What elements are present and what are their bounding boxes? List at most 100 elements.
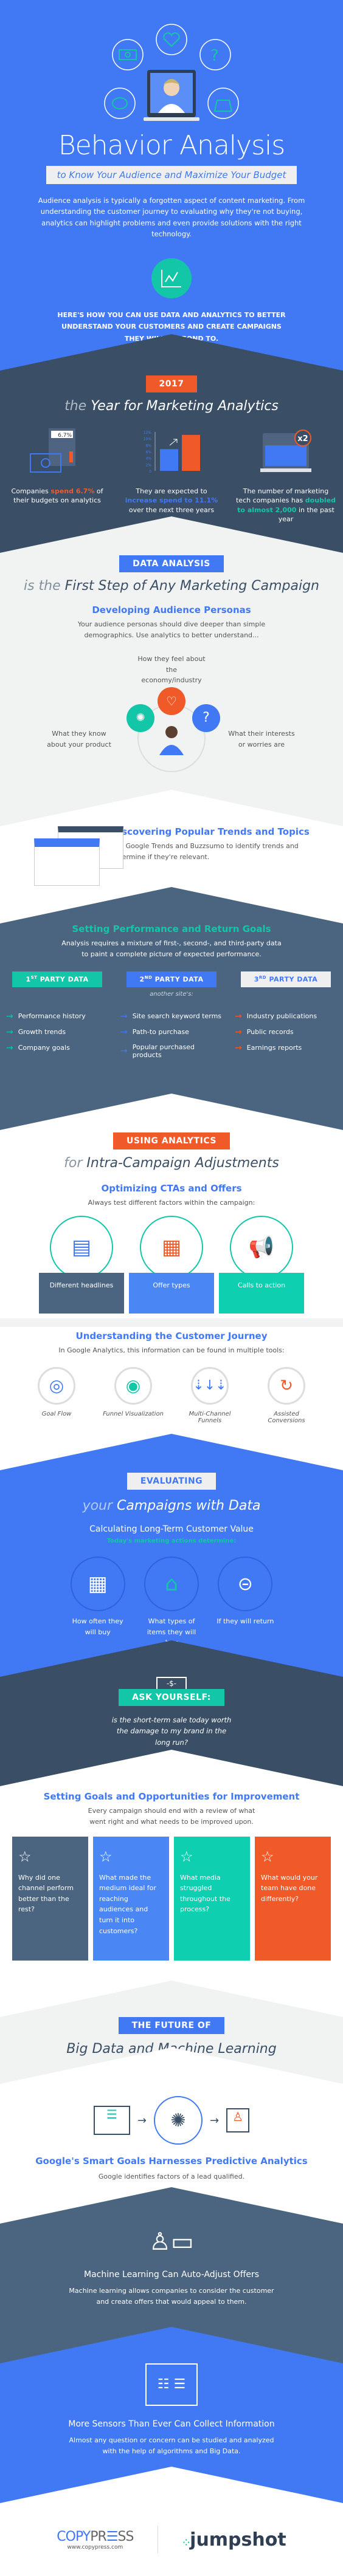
svg-text:6.7%: 6.7% bbox=[58, 433, 72, 439]
improve-card: ☆ What would your team have done differen… bbox=[255, 1837, 331, 1961]
second-party-column: 2ND PARTY DATA another site's: → Site sea… bbox=[114, 971, 229, 1065]
article-icon: ☰ bbox=[93, 2106, 130, 2135]
year-title: the Year for Marketing Analytics bbox=[64, 399, 279, 414]
hero-illustration: ? bbox=[104, 24, 239, 121]
arrow-icon: → bbox=[210, 2114, 220, 2127]
star-target-icon: ☆ bbox=[99, 1848, 113, 1866]
improve-card: ☆ Why did one channel perform better than… bbox=[12, 1837, 88, 1961]
storefront-laptop-icon: x2 bbox=[229, 427, 343, 478]
list-item: → Performance history bbox=[6, 1011, 86, 1021]
persona-right-label: What their interests or worries are bbox=[228, 729, 295, 748]
trends-heading: Discovering Popular Trends and Topics bbox=[111, 826, 310, 837]
improve-card: ☆ What media struggled throughout the pro… bbox=[174, 1837, 250, 1961]
using-analytics-section: USING ANALYTICS for Intra-Campaign Adjus… bbox=[0, 1130, 343, 1318]
ask-yourself-ribbon: ASK YOURSELF: bbox=[111, 1689, 232, 1712]
section-divider bbox=[0, 790, 343, 826]
sensors-heading: More Sensors Than Ever Can Collect Infor… bbox=[68, 2419, 275, 2429]
arrow-icon: → bbox=[6, 1043, 13, 1053]
page-title: Behavior Analysis bbox=[58, 130, 285, 161]
dots-icon: ⁘ bbox=[182, 2538, 190, 2548]
arrow-icon: → bbox=[235, 1043, 242, 1053]
document-icon: ☰ bbox=[106, 2529, 119, 2544]
improve-heading: Setting Goals and Opportunities for Impr… bbox=[43, 1791, 300, 1802]
third-party-ribbon: 3RD PARTY DATA bbox=[233, 971, 339, 993]
data-analysis-section: DATA ANALYSIS is the First Step of Any M… bbox=[0, 553, 343, 826]
y-tick-label: 12% bbox=[144, 431, 152, 435]
first-party-ribbon: 1ST PARTY DATA bbox=[5, 971, 109, 993]
copypress-logo[interactable]: COPYPR☰SS www.copypress.com bbox=[57, 2529, 134, 2550]
google-trends-screenshot bbox=[24, 826, 123, 887]
offer-types-card: ▦ Offer types bbox=[129, 1215, 214, 1314]
list-item: → Public records bbox=[235, 1027, 294, 1037]
ml-text: Machine learning allows companies to con… bbox=[69, 2287, 274, 2306]
third-party-column: 3RD PARTY DATA → Industry publications → P… bbox=[229, 971, 343, 1059]
year-section: 2017 the Year for Marketing Analytics 6.… bbox=[0, 371, 343, 553]
y-tick-label: 4% bbox=[145, 457, 151, 461]
list-item: → Path-to purchase bbox=[120, 1027, 189, 1037]
jumpshot-logo[interactable]: ⁘jumpshot bbox=[182, 2529, 286, 2550]
ml-heading: Machine Learning Can Auto-Adjust Offers bbox=[83, 2270, 259, 2280]
svg-text:x2: x2 bbox=[297, 434, 308, 444]
improvement-section: Setting Goals and Opportunities for Impr… bbox=[0, 1786, 343, 2017]
goals-heading: Setting Performance and Return Goals bbox=[72, 923, 271, 934]
browser-icon: ▤ bbox=[50, 1215, 113, 1279]
headlines-card: ▤ Different headlines bbox=[39, 1215, 124, 1314]
subtitle-ribbon: to Know Your Audience and Maximize Your … bbox=[46, 166, 297, 184]
money-icon bbox=[112, 39, 144, 70]
heart-icon: ♡ bbox=[158, 687, 185, 715]
question-icon: ? bbox=[192, 704, 220, 732]
first-party-column: 1ST PARTY DATA → Performance history → Gro… bbox=[0, 971, 114, 1059]
year-ribbon: 2017 bbox=[138, 375, 205, 399]
list-item: → Growth trends bbox=[6, 1027, 66, 1037]
copypress-url: www.copypress.com bbox=[67, 2544, 123, 2550]
y-tick-label: 0 bbox=[149, 470, 151, 474]
intro-text: Audience analysis is typically a forgott… bbox=[38, 196, 305, 239]
return-arrow-icon: ⊝ bbox=[218, 1557, 273, 1611]
footer: COPYPR☰SS www.copypress.com ⁘jumpshot bbox=[0, 2503, 343, 2576]
future-section: THE FUTURE OF Big Data and Machine Learn… bbox=[0, 2017, 343, 2084]
section-divider bbox=[0, 1094, 343, 1130]
personas-heading: Developing Audience Personas bbox=[92, 605, 251, 615]
journey-heading: Understanding the Customer Journey bbox=[75, 1331, 268, 1341]
cta-heading: Optimizing CTAs and Offers bbox=[101, 1183, 242, 1194]
sensors-section: ☷ ☰ More Sensors Than Ever Can Collect I… bbox=[0, 2363, 343, 2503]
data-analysis-ribbon: DATA ANALYSIS bbox=[112, 555, 231, 578]
arrow-icon: → bbox=[120, 1011, 128, 1021]
calculator-icon: 6.7% bbox=[0, 427, 114, 478]
second-party-ribbon: 2ND PARTY DATA bbox=[119, 971, 224, 993]
future-ribbon: THE FUTURE OF bbox=[111, 2017, 232, 2040]
arrow-icon: → bbox=[235, 1027, 242, 1037]
cta-text: Always test different factors within the… bbox=[88, 1199, 255, 1207]
smart-goals-diagram: ☰ → ✺ → ♙ bbox=[0, 2096, 343, 2145]
bar-expected bbox=[182, 434, 200, 471]
data-analysis-title: is the First Step of Any Marketing Campa… bbox=[23, 578, 319, 594]
money-icon: -$- bbox=[156, 1677, 187, 1690]
section-divider bbox=[0, 1640, 343, 1677]
smart-goals-text: Google identifies factors of a lead qual… bbox=[98, 2173, 245, 2180]
y-tick-label: 8% bbox=[145, 444, 151, 448]
smart-goals-section: ☰ → ✺ → ♙ Google's Smart Goals Harnesses… bbox=[0, 2084, 343, 2224]
shopping-bag-icon bbox=[207, 87, 239, 119]
svg-text:?: ? bbox=[210, 47, 219, 65]
calendar-icon: ▦ bbox=[70, 1557, 125, 1611]
list-item: → Site search keyword terms bbox=[120, 1011, 222, 1021]
arrow-icon: → bbox=[235, 1011, 242, 1021]
section-divider bbox=[0, 2327, 343, 2363]
spend-bar-chart: 0 2% 4% 6% 8% 10% 12% bbox=[114, 427, 229, 478]
trends-text: Use Google Trends and Buzzsumo to identi… bbox=[111, 842, 299, 861]
list-item: → Earnings reports bbox=[235, 1043, 302, 1053]
journey-section: Understanding the Customer Journey In Go… bbox=[0, 1318, 343, 1470]
list-item: → Popular purchased products bbox=[120, 1043, 195, 1059]
improve-text: Every campaign should end with a review … bbox=[88, 1807, 255, 1826]
section-divider bbox=[0, 516, 343, 553]
arrow-icon: → bbox=[120, 1027, 128, 1037]
star-target-icon: ☆ bbox=[261, 1848, 274, 1866]
person-laptop-offer-icon: ♙▭ bbox=[149, 2228, 194, 2256]
goals-section: Setting Performance and Return Goals Ana… bbox=[0, 923, 343, 1130]
ask-question: is the short-term sale today worth the d… bbox=[111, 1716, 232, 1747]
data-form-icon: ☷ ☰ bbox=[145, 2363, 198, 2406]
list-item: → Industry publications bbox=[235, 1011, 317, 1021]
list-item: → Company goals bbox=[6, 1043, 70, 1053]
evaluating-ribbon: EVALUATING bbox=[119, 1473, 224, 1496]
smart-goals-heading: Google's Smart Goals Harnesses Predictiv… bbox=[35, 2156, 308, 2167]
